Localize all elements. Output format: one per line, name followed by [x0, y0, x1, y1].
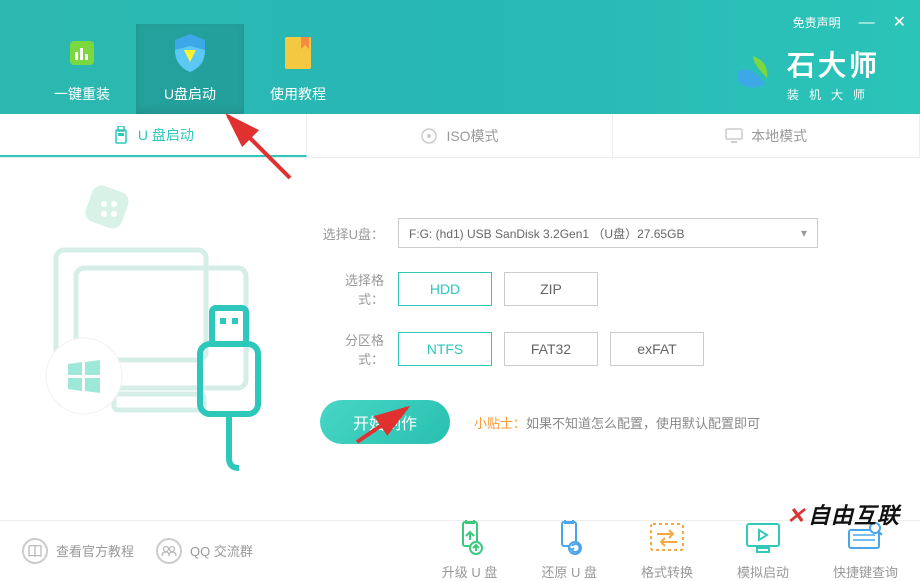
partition-exfat[interactable]: exFAT	[610, 332, 704, 366]
format-zip[interactable]: ZIP	[504, 272, 598, 306]
iso-icon	[420, 127, 438, 145]
usb-refresh-icon	[554, 520, 584, 556]
chevron-down-icon: ▾	[801, 226, 807, 240]
subnav-label: ISO模式	[446, 126, 498, 146]
subnav-iso[interactable]: ISO模式	[307, 114, 614, 157]
keyboard-search-icon	[847, 520, 883, 556]
partition-ntfs[interactable]: NTFS	[398, 332, 492, 366]
format-label: 选择格式：	[320, 270, 384, 308]
qq-group-link[interactable]: QQ 交流群	[156, 538, 253, 564]
bottom-link-label: QQ 交流群	[190, 541, 253, 560]
brand-subtitle: 装机大师	[787, 86, 880, 103]
tab-label: 一键重装	[28, 84, 136, 104]
partition-label: 分区格式：	[320, 330, 384, 368]
usb-select-value: F:G: (hd1) USB SanDisk 3.2Gen1 （U盘）27.65…	[409, 225, 684, 242]
official-tutorial-link[interactable]: 查看官方教程	[22, 538, 134, 564]
tool-upgrade-usb[interactable]: 升级 U 盘	[442, 520, 498, 581]
illustration-panel	[0, 158, 310, 520]
disclaimer-link[interactable]: 免责声明	[793, 14, 841, 31]
subnav-label: U 盘启动	[138, 125, 194, 145]
subnav-usb-boot[interactable]: U 盘启动	[0, 114, 307, 157]
tip-text: 如果不知道怎么配置，使用默认配置即可	[526, 413, 760, 432]
tool-label: 还原 U 盘	[541, 562, 597, 581]
partition-fat32[interactable]: FAT32	[504, 332, 598, 366]
tab-usb-boot[interactable]: U盘启动	[136, 24, 244, 114]
minimize-button[interactable]: —	[859, 15, 875, 31]
usb-up-icon	[455, 520, 485, 556]
usb-select[interactable]: F:G: (hd1) USB SanDisk 3.2Gen1 （U盘）27.65…	[398, 218, 818, 248]
tool-hotkey-lookup[interactable]: 快捷键查询	[833, 520, 898, 581]
bar-chart-icon	[28, 30, 136, 76]
brand: 石大师 装机大师	[731, 44, 880, 103]
tab-label: U盘启动	[136, 84, 244, 104]
tip-label: 小贴士：	[474, 413, 526, 432]
format-hdd[interactable]: HDD	[398, 272, 492, 306]
tab-reinstall[interactable]: 一键重装	[28, 24, 136, 114]
subnav-label: 本地模式	[751, 126, 807, 146]
start-make-button[interactable]: 开始制作	[320, 400, 450, 444]
tool-label: 格式转换	[641, 562, 693, 581]
tool-label: 模拟启动	[737, 562, 789, 581]
book-open-icon	[22, 538, 48, 564]
subnav-local[interactable]: 本地模式	[613, 114, 920, 157]
tab-tutorial[interactable]: 使用教程	[244, 24, 352, 114]
swap-icon	[649, 520, 685, 556]
tool-label: 升级 U 盘	[442, 562, 498, 581]
usb-select-label: 选择U盘：	[320, 224, 384, 243]
close-button[interactable]: ✕	[893, 15, 906, 31]
tool-restore-usb[interactable]: 还原 U 盘	[541, 520, 597, 581]
tool-simulate-boot[interactable]: 模拟启动	[737, 520, 789, 581]
tab-label: 使用教程	[244, 84, 352, 104]
tool-format-convert[interactable]: 格式转换	[641, 520, 693, 581]
monitor-icon	[725, 127, 743, 145]
brand-title: 石大师	[787, 44, 880, 84]
users-icon	[156, 538, 182, 564]
book-icon	[244, 30, 352, 76]
monitor-play-icon	[745, 520, 781, 556]
brand-logo-icon	[731, 52, 775, 96]
tool-label: 快捷键查询	[833, 562, 898, 581]
usb-icon	[112, 126, 130, 144]
shield-icon	[136, 30, 244, 76]
bottom-link-label: 查看官方教程	[56, 541, 134, 560]
